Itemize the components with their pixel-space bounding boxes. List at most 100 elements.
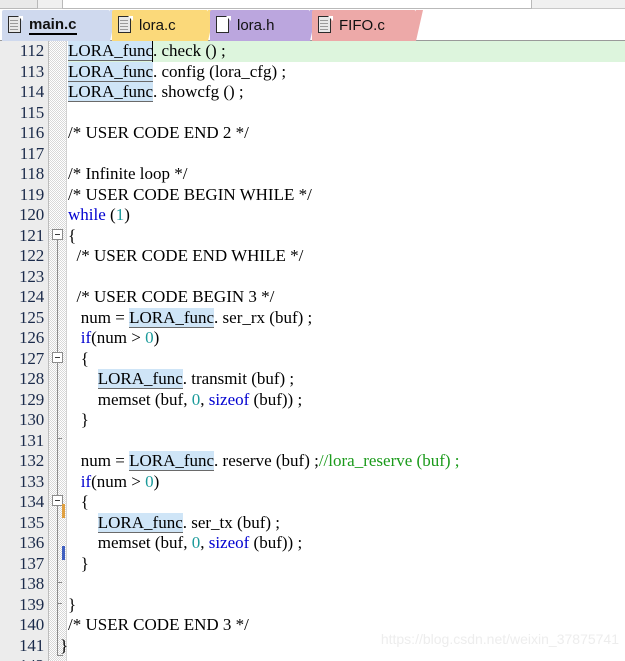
line-number: 140 — [19, 615, 44, 634]
code-row[interactable]: 120 while (1) — [0, 205, 625, 226]
file-c-icon — [118, 16, 133, 35]
brace-match-marker — [62, 546, 65, 560]
code-text: if(num > 0) — [80, 328, 160, 347]
code-row[interactable]: 121 { — [0, 226, 625, 247]
tab-main-c[interactable]: main.c — [2, 10, 117, 41]
line-number: 131 — [19, 430, 44, 450]
tab-lora-h[interactable]: lora.h — [210, 10, 317, 41]
code-row[interactable]: 112 LORA_func|. check () ; — [0, 41, 625, 62]
code-row[interactable]: 133 if(num > 0) — [0, 472, 625, 493]
code-text: /* USER CODE END WHILE */ — [68, 246, 304, 265]
line-number: 112 — [19, 41, 44, 60]
fold-guide-line — [57, 496, 58, 564]
line-number: 120 — [19, 205, 44, 224]
code-text: LORA_func. transmit (buf) ; — [97, 369, 295, 389]
code-row[interactable]: 116 /* USER CODE END 2 */ — [0, 123, 625, 144]
line-number: 137 — [19, 553, 44, 573]
code-text: LORA_func|. check () ; — [68, 41, 226, 62]
code-text: /* Infinite loop */ — [68, 164, 188, 183]
line-number: 136 — [19, 533, 44, 552]
code-row[interactable]: 136 memset (buf, 0, sizeof (buf)) ; — [0, 533, 625, 554]
fold-guide-line — [57, 353, 58, 421]
code-text: /* USER CODE END 2 */ — [68, 123, 249, 142]
code-text: LORA_func. showcfg () ; — [68, 82, 244, 102]
code-row[interactable]: 126 if(num > 0) — [0, 328, 625, 349]
code-text: { — [68, 348, 89, 368]
code-row[interactable]: 122 /* USER CODE END WHILE */ — [0, 246, 625, 267]
file-c-icon — [8, 16, 23, 35]
line-number: 121 — [19, 225, 44, 245]
line-number: 113 — [19, 61, 44, 81]
watermark: https://blog.csdn.net/weixin_37875741 — [380, 631, 619, 647]
code-text: num = LORA_func. ser_rx (buf) ; — [68, 307, 313, 328]
code-text: /* USER CODE END 3 */ — [68, 615, 249, 634]
toolbar-field[interactable] — [62, 0, 532, 9]
line-number: 123 — [19, 266, 44, 286]
line-number: 132 — [19, 451, 44, 470]
fold-tick — [57, 582, 62, 583]
code-row[interactable]: 123 — [0, 267, 625, 288]
code-row[interactable]: 127 { — [0, 349, 625, 370]
code-row[interactable]: 115 — [0, 103, 625, 124]
code-row[interactable]: 129 memset (buf, 0, sizeof (buf)) ; — [0, 390, 625, 411]
code-row[interactable]: 134 { — [0, 492, 625, 513]
code-row[interactable]: 137 } — [0, 554, 625, 575]
line-number: 141 — [19, 635, 44, 655]
line-number: 127 — [19, 348, 44, 368]
line-number: 118 — [19, 164, 44, 183]
code-text: } — [68, 553, 89, 573]
line-number: 119 — [19, 184, 44, 204]
code-editor[interactable]: 112 LORA_func|. check () ; 113 LORA_func… — [0, 41, 625, 661]
code-row[interactable]: 119 /* USER CODE BEGIN WHILE */ — [0, 185, 625, 206]
code-row[interactable]: 125 num = LORA_func. ser_rx (buf) ; — [0, 307, 625, 329]
code-text: memset (buf, 0, sizeof (buf)) ; — [68, 533, 303, 552]
code-row[interactable]: 142 — [0, 656, 625, 661]
line-number: 128 — [19, 369, 44, 388]
code-row[interactable]: 114 LORA_func. showcfg () ; — [0, 82, 625, 103]
code-text: } — [68, 594, 77, 614]
line-number: 138 — [19, 574, 44, 593]
code-row[interactable]: 128 LORA_func. transmit (buf) ; — [0, 369, 625, 390]
code-row[interactable]: 139 } — [0, 595, 625, 616]
line-number: 115 — [19, 102, 44, 122]
code-text: LORA_func. config (lora_cfg) ; — [68, 61, 287, 82]
line-number: 125 — [19, 307, 44, 327]
line-number: 117 — [19, 143, 44, 163]
code-row[interactable]: 130 } — [0, 410, 625, 431]
fold-marker-127[interactable] — [52, 352, 63, 363]
toolbar-button-group-left[interactable] — [0, 0, 38, 9]
tab-label: lora.h — [237, 17, 275, 34]
code-text: num = LORA_func. reserve (buf) ;//lora_r… — [68, 451, 460, 471]
tab-fifo-c[interactable]: FIFO.c — [312, 10, 423, 41]
code-text: /* USER CODE BEGIN WHILE */ — [68, 184, 312, 204]
code-row[interactable]: 131 — [0, 431, 625, 452]
line-number: 133 — [19, 471, 44, 491]
code-text: } — [68, 410, 89, 429]
fold-tick — [57, 438, 62, 439]
code-row[interactable]: 113 LORA_func. config (lora_cfg) ; — [0, 61, 625, 83]
code-row[interactable]: 117 — [0, 144, 625, 165]
code-row[interactable]: 118 /* Infinite loop */ — [0, 164, 625, 185]
fold-tick — [57, 603, 62, 604]
tab-label: FIFO.c — [339, 17, 385, 34]
line-number: 114 — [19, 82, 44, 101]
fold-guide-line — [57, 230, 58, 656]
line-number: 130 — [19, 410, 44, 429]
line-number: 134 — [19, 492, 44, 511]
line-number: 139 — [19, 594, 44, 614]
line-number: 116 — [19, 123, 44, 142]
code-row[interactable]: 132 num = LORA_func. reserve (buf) ;//lo… — [0, 451, 625, 472]
code-row[interactable]: 135 LORA_func. ser_tx (buf) ; — [0, 512, 625, 534]
toolbar-strip — [0, 0, 625, 9]
code-text: } — [60, 635, 69, 655]
tab-label: main.c — [29, 16, 77, 35]
line-number: 129 — [19, 389, 44, 409]
line-number: 135 — [19, 512, 44, 532]
line-number: 124 — [19, 287, 44, 306]
line-number: 126 — [19, 328, 44, 347]
code-text: if(num > 0) — [80, 471, 160, 491]
code-row[interactable]: 124 /* USER CODE BEGIN 3 */ — [0, 287, 625, 308]
tab-lora-c[interactable]: lora.c — [112, 10, 215, 41]
code-row[interactable]: 138 — [0, 574, 625, 595]
fold-marker-121[interactable] — [52, 229, 63, 240]
